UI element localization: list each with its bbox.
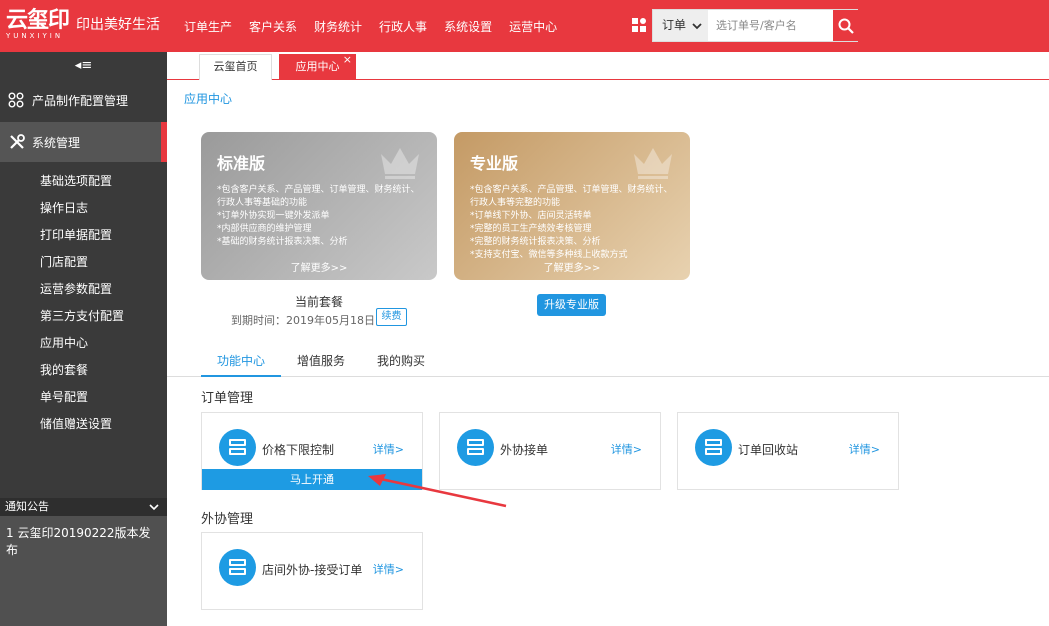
renew-button[interactable]: 续费 xyxy=(376,308,407,326)
breadcrumb[interactable]: 应用中心 xyxy=(184,90,232,107)
notice-item[interactable]: 1 云玺印20190222版本发布 xyxy=(6,524,161,558)
plan-feature: *内部供应商的维护管理 xyxy=(217,224,312,234)
crown-icon xyxy=(634,148,672,179)
plan-feature: *订单外协实现一键外发派单 xyxy=(217,211,330,221)
plan-feature: *包含客户关系、产品管理、订单管理、财务统计、行政人事等基础的功能 xyxy=(217,185,420,208)
nav-order-production[interactable]: 订单生产 xyxy=(184,18,232,35)
expire-date: 到期时间：2019年05月18日 xyxy=(231,314,375,327)
tools-icon xyxy=(8,133,26,151)
notice-title: 通知公告 xyxy=(5,500,49,513)
search-button[interactable] xyxy=(833,10,858,41)
crown-icon xyxy=(381,148,419,179)
pro-plan-card[interactable]: 专业版 *包含客户关系、产品管理、订单管理、财务统计、行政人事等完整的功能 *订… xyxy=(454,132,690,280)
sidebar-item-label: 系统管理 xyxy=(32,135,81,150)
nav-finance[interactable]: 财务统计 xyxy=(314,18,362,35)
section-title-order: 订单管理 xyxy=(201,391,254,406)
function-tabs: 功能中心 增值服务 我的购买 xyxy=(167,340,1049,377)
sidebar-collapse-icon[interactable]: ◂≡ xyxy=(0,52,167,80)
tab-function-center[interactable]: 功能中心 xyxy=(201,352,281,377)
plan-feature: *包含客户关系、产品管理、订单管理、财务统计、行政人事等完整的功能 xyxy=(470,185,673,208)
submenu-number-config[interactable]: 单号配置 xyxy=(40,384,124,411)
annotation-arrow-icon xyxy=(368,474,507,508)
app-icon xyxy=(695,429,732,466)
detail-link[interactable]: 详情> xyxy=(373,441,404,457)
logo[interactable]: 云玺印 YUNXIYIN xyxy=(6,8,71,42)
notice-header[interactable]: 通知公告 xyxy=(0,498,167,516)
submenu-print-config[interactable]: 打印单据配置 xyxy=(40,222,124,249)
submenu-ops-params[interactable]: 运营参数配置 xyxy=(40,276,124,303)
detail-link[interactable]: 详情> xyxy=(373,561,404,577)
learn-more-link[interactable]: 了解更多>> xyxy=(201,259,437,274)
search-type-select[interactable]: 订单 xyxy=(653,10,708,41)
plan-feature: *完整的员工生产绩效考核管理 xyxy=(470,224,592,234)
submenu-app-center[interactable]: 应用中心 xyxy=(40,330,124,357)
app-icon xyxy=(219,429,256,466)
grid-icon xyxy=(8,91,26,109)
search-input[interactable] xyxy=(709,10,834,41)
top-nav: 订单生产 客户关系 财务统计 行政人事 系统设置 运营中心 xyxy=(184,18,557,35)
tab-my-purchases[interactable]: 我的购买 xyxy=(377,352,425,369)
app-name: 价格下限控制 xyxy=(262,443,335,457)
close-icon[interactable]: × xyxy=(343,48,352,72)
apps-grid-icon[interactable] xyxy=(631,17,647,33)
sidebar-item-label: 产品制作配置管理 xyxy=(32,93,129,108)
nav-customer-relations[interactable]: 客户关系 xyxy=(249,18,297,35)
search-type-label: 订单 xyxy=(662,18,687,32)
nav-system-settings[interactable]: 系统设置 xyxy=(444,18,492,35)
sidebar-item-system-management[interactable]: 系统管理 xyxy=(0,122,167,162)
submenu-basic-options[interactable]: 基础选项配置 xyxy=(40,168,124,195)
detail-link[interactable]: 详情> xyxy=(611,441,642,457)
learn-more-link[interactable]: 了解更多>> xyxy=(454,259,690,274)
logo-subtext: YUNXIYIN xyxy=(6,32,64,40)
submenu: 基础选项配置 操作日志 打印单据配置 门店配置 运营参数配置 第三方支付配置 应… xyxy=(40,168,124,438)
app-name: 店间外协-接受订单 xyxy=(262,563,363,577)
nav-operations-center[interactable]: 运营中心 xyxy=(509,18,557,35)
app-card-order-recycle[interactable]: 订单回收站 详情> xyxy=(677,412,899,490)
plan-feature: *订单线下外协、店间灵活转单 xyxy=(470,211,592,221)
tab-home[interactable]: 云玺首页 xyxy=(199,54,272,80)
upgrade-button[interactable]: 升级专业版 xyxy=(537,294,606,316)
app-icon xyxy=(457,429,494,466)
slogan: 印出美好生活 xyxy=(76,17,160,33)
submenu-my-plan[interactable]: 我的套餐 xyxy=(40,357,124,384)
detail-link[interactable]: 详情> xyxy=(849,441,880,457)
search-icon xyxy=(838,18,854,34)
standard-plan-card[interactable]: 标准版 *包含客户关系、产品管理、订单管理、财务统计、行政人事等基础的功能 *订… xyxy=(201,132,437,280)
submenu-stored-value-gift[interactable]: 储值赠送设置 xyxy=(40,411,124,438)
sidebar: ◂≡ 产品制作配置管理 系统管理 基础选项配置 操作日志 打印单据配置 门店配置… xyxy=(0,52,167,626)
plan-feature: *完整的财务统计报表决策、分析 xyxy=(470,237,601,247)
chevron-down-icon xyxy=(149,504,159,511)
app-icon xyxy=(219,549,256,586)
app-card-inter-store-outsource[interactable]: 店间外协-接受订单 详情> xyxy=(201,532,423,610)
sidebar-item-product-config[interactable]: 产品制作配置管理 xyxy=(0,80,167,120)
nav-admin-hr[interactable]: 行政人事 xyxy=(379,18,427,35)
submenu-store-config[interactable]: 门店配置 xyxy=(40,249,124,276)
tab-app-center[interactable]: 应用中心 × xyxy=(279,53,356,80)
submenu-third-party-pay[interactable]: 第三方支付配置 xyxy=(40,303,124,330)
search-box: 订单 xyxy=(652,9,858,42)
tab-value-added[interactable]: 增值服务 xyxy=(297,352,345,369)
page-tabs: 云玺首页 应用中心 × xyxy=(167,52,1049,80)
chevron-down-icon xyxy=(692,22,702,29)
app-name: 外协接单 xyxy=(500,443,549,457)
logo-text: 云玺印 xyxy=(6,7,70,33)
notice-list: 1 云玺印20190222版本发布 xyxy=(0,516,167,626)
submenu-operation-log[interactable]: 操作日志 xyxy=(40,195,124,222)
top-header: 云玺印 YUNXIYIN 印出美好生活 订单生产 客户关系 财务统计 行政人事 … xyxy=(0,0,1049,52)
section-title-outsource: 外协管理 xyxy=(201,512,254,527)
app-name: 订单回收站 xyxy=(738,443,799,457)
plan-feature: *基础的财务统计报表决策、分析 xyxy=(217,237,348,247)
